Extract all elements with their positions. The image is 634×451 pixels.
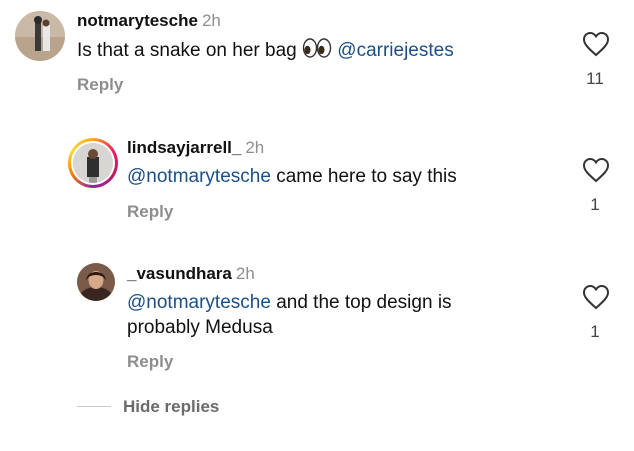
like-count: 1 bbox=[590, 195, 600, 214]
heart-outline-icon[interactable] bbox=[582, 284, 610, 310]
hide-replies-divider bbox=[77, 406, 111, 407]
username[interactable]: notmarytesche bbox=[77, 11, 198, 30]
comment-body: came here to say this bbox=[276, 166, 457, 187]
like-count: 11 bbox=[586, 69, 604, 88]
avatar-vasundhara[interactable] bbox=[77, 263, 115, 301]
comment-header: notmarytesche 2h bbox=[77, 11, 221, 31]
like-count: 1 bbox=[590, 322, 600, 341]
avatar-lindsayjarrell[interactable] bbox=[73, 143, 113, 183]
timestamp: 2h bbox=[235, 264, 255, 283]
timestamp: 2h bbox=[245, 138, 265, 157]
mention-link[interactable]: @notmarytesche bbox=[127, 292, 271, 313]
comment-body: Is that a snake on her bag bbox=[77, 40, 297, 61]
comment-body-line1: and the top design is bbox=[276, 292, 452, 313]
eyes-emoji-icon bbox=[302, 37, 332, 66]
heart-outline-icon[interactable] bbox=[582, 157, 610, 183]
heart-outline-icon[interactable] bbox=[582, 31, 610, 57]
comment-text: @notmarytesche came here to say this bbox=[127, 164, 457, 189]
avatar-notmarytesche[interactable] bbox=[15, 11, 65, 61]
mention-link[interactable]: @notmarytesche bbox=[127, 166, 271, 187]
mention-link[interactable]: @carriejestes bbox=[337, 40, 453, 61]
story-ring[interactable] bbox=[68, 138, 118, 188]
username[interactable]: lindsayjarrell_ bbox=[127, 138, 241, 157]
comment-header: lindsayjarrell_ 2h bbox=[127, 138, 264, 158]
reply-button[interactable]: Reply bbox=[127, 202, 173, 222]
comment-header: _vasundhara 2h bbox=[127, 264, 255, 284]
username[interactable]: _vasundhara bbox=[127, 264, 232, 283]
reply-button[interactable]: Reply bbox=[77, 75, 123, 95]
comment-body-line2: probably Medusa bbox=[127, 317, 273, 338]
hide-replies-button[interactable]: Hide replies bbox=[123, 397, 219, 417]
reply-button[interactable]: Reply bbox=[127, 352, 173, 372]
comment-text: @notmarytesche and the top design is pro… bbox=[127, 290, 452, 340]
timestamp: 2h bbox=[201, 11, 221, 30]
comment-text: Is that a snake on her bag @carriejestes bbox=[77, 37, 454, 66]
